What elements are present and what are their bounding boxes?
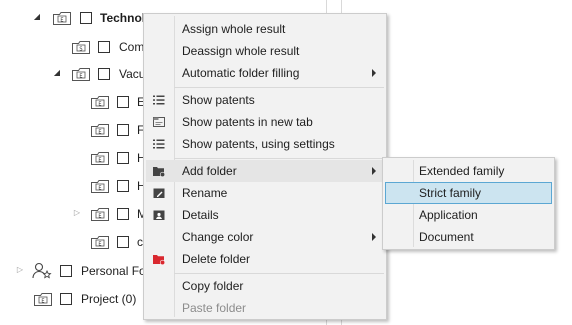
checkbox[interactable] — [60, 265, 72, 277]
folder-icon: E — [91, 236, 109, 249]
checkbox[interactable] — [60, 293, 72, 305]
svg-text:E: E — [98, 185, 101, 191]
checkbox[interactable] — [117, 152, 129, 164]
menu-item-label: Copy folder — [182, 279, 244, 293]
submenu-arrow-icon — [372, 233, 376, 241]
add-folder-icon — [153, 167, 166, 178]
svg-text:E: E — [98, 157, 101, 163]
checkbox[interactable] — [117, 180, 129, 192]
tree-label: Vacu — [119, 67, 146, 81]
checkbox[interactable] — [117, 96, 129, 108]
menu-item-show-patents-settings[interactable]: Show patents, using settings — [146, 133, 384, 155]
details-icon — [153, 210, 165, 220]
menu-item-label: Paste folder — [182, 301, 247, 315]
menu-item-show-patents-new-tab[interactable]: Show patents in new tab — [146, 111, 384, 133]
svg-text:E: E — [98, 241, 101, 247]
add-folder-submenu: Extended family Strict family Applicatio… — [382, 157, 555, 250]
menu-item-assign-whole-result[interactable]: Assign whole result — [146, 18, 384, 40]
person-star-icon — [32, 262, 52, 279]
folder-icon: E — [34, 293, 52, 306]
menu-item-add-folder[interactable]: Add folder — [146, 160, 384, 182]
submenu-item-document[interactable]: Document — [385, 226, 552, 248]
folder-icon: S — [72, 41, 90, 54]
menu-item-label: Delete folder — [182, 252, 251, 266]
submenu-arrow-icon — [372, 167, 376, 175]
folder-icon: E — [53, 12, 71, 25]
rename-icon — [153, 188, 165, 198]
menu-item-deassign-whole-result[interactable]: Deassign whole result — [146, 40, 384, 62]
menu-item-label: Change color — [182, 230, 254, 244]
checkbox[interactable] — [117, 124, 129, 136]
menu-item-label: Application — [419, 208, 478, 222]
folder-icon: E — [91, 180, 109, 193]
list-icon — [153, 95, 165, 105]
folder-icon: E — [91, 124, 109, 137]
folder-icon: E — [72, 68, 90, 81]
folder-icon: E — [91, 152, 109, 165]
menu-item-label: Show patents, using settings — [182, 137, 335, 151]
menu-item-label: Extended family — [419, 164, 505, 178]
checkbox[interactable] — [80, 12, 92, 24]
collapse-arrow-icon[interactable]: ◢ — [52, 68, 62, 77]
svg-text:E: E — [98, 129, 101, 135]
menu-item-label: Show patents in new tab — [182, 115, 313, 129]
svg-text:E: E — [98, 101, 101, 107]
svg-text:S: S — [79, 46, 82, 52]
collapse-arrow-icon[interactable]: ◢ — [32, 12, 42, 21]
menu-item-label: Strict family — [419, 186, 482, 200]
tree-label: Project (0) — [81, 292, 137, 306]
checkbox[interactable] — [117, 208, 129, 220]
submenu-item-strict-family[interactable]: Strict family — [385, 182, 552, 204]
menu-item-show-patents[interactable]: Show patents — [146, 89, 384, 111]
menu-item-automatic-folder-filling[interactable]: Automatic folder filling — [146, 62, 384, 84]
menu-item-paste-folder[interactable]: Paste folder — [146, 297, 384, 319]
new-tab-icon — [153, 117, 165, 127]
menu-item-rename[interactable]: Rename — [146, 182, 384, 204]
svg-text:E: E — [41, 298, 44, 304]
checkbox[interactable] — [98, 68, 110, 80]
menu-separator — [174, 87, 384, 88]
menu-item-label: Rename — [182, 186, 228, 200]
tree-label: Personal Fo — [81, 264, 146, 278]
submenu-item-extended-family[interactable]: Extended family — [385, 160, 552, 182]
menu-item-details[interactable]: Details — [146, 204, 384, 226]
menu-item-label: Automatic folder filling — [182, 66, 300, 80]
folder-icon: E — [91, 208, 109, 221]
tree-label: Com — [119, 40, 145, 54]
menu-item-delete-folder[interactable]: Delete folder — [146, 248, 384, 270]
menu-item-label: Show patents — [182, 93, 255, 107]
expand-arrow-icon[interactable]: ▷ — [15, 265, 25, 274]
context-menu: Assign whole result Deassign whole resul… — [143, 13, 387, 320]
menu-item-label: Details — [182, 208, 219, 222]
menu-item-label: Deassign whole result — [182, 44, 300, 58]
svg-text:E: E — [79, 73, 82, 79]
menu-separator — [174, 158, 384, 159]
submenu-item-application[interactable]: Application — [385, 204, 552, 226]
list-icon — [153, 139, 165, 149]
svg-text:E: E — [98, 213, 101, 219]
svg-text:E: E — [60, 17, 63, 23]
checkbox[interactable] — [98, 41, 110, 53]
submenu-arrow-icon — [372, 69, 376, 77]
tree-label: Technol — [100, 11, 146, 25]
menu-item-label: Assign whole result — [182, 22, 286, 36]
menu-item-change-color[interactable]: Change color — [146, 226, 384, 248]
menu-item-label: Document — [419, 230, 474, 244]
folder-icon: E — [91, 96, 109, 109]
checkbox[interactable] — [117, 236, 129, 248]
expand-arrow-icon[interactable]: ▷ — [72, 208, 82, 217]
menu-item-label: Add folder — [182, 164, 237, 178]
menu-separator — [174, 273, 384, 274]
menu-item-copy-folder[interactable]: Copy folder — [146, 275, 384, 297]
delete-folder-icon — [153, 255, 166, 266]
